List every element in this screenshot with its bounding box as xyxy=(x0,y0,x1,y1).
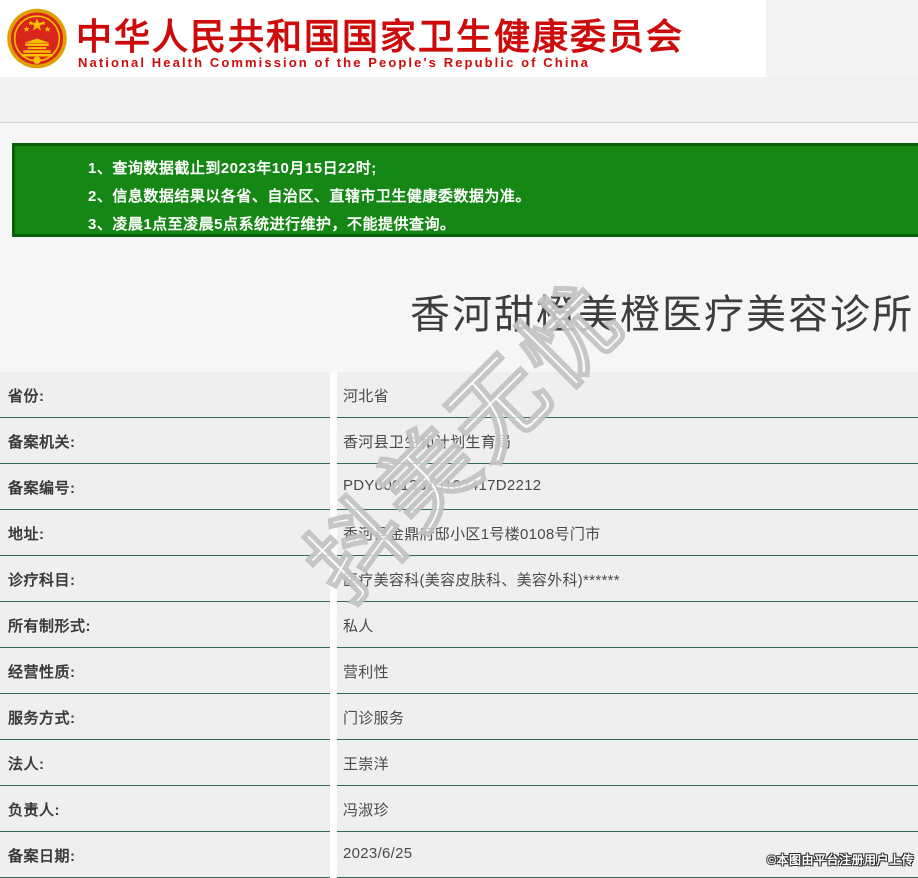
column-gap xyxy=(330,740,337,786)
row-label: 省份: xyxy=(0,372,330,418)
table-row: 经营性质: 营利性 xyxy=(0,648,918,694)
table-row: 备案机关: 香河县卫生和计划生育局 xyxy=(0,418,918,464)
row-value: 河北省 xyxy=(337,372,918,418)
column-gap xyxy=(330,510,337,556)
row-value: 王崇洋 xyxy=(337,740,918,786)
row-value: 营利性 xyxy=(337,648,918,694)
table-row: 所有制形式: 私人 xyxy=(0,602,918,648)
row-value: 冯淑珍 xyxy=(337,786,918,832)
row-label: 负责人: xyxy=(0,786,330,832)
row-label: 备案日期: xyxy=(0,832,330,878)
table-row: 法人: 王崇洋 xyxy=(0,740,918,786)
clinic-name-title: 香河甜橙美橙医疗美容诊所 xyxy=(410,293,914,337)
commission-title-cn: 中华人民共和国国家卫生健康委员会 xyxy=(76,16,685,57)
row-value: 私人 xyxy=(337,602,918,648)
detail-table: 省份: 河北省 备案机关: 香河县卫生和计划生育局 备案编号: PDY0001331310… xyxy=(0,372,918,878)
notice-box: 1、查询数据截止到2023年10月15日22时; 2、信息数据结果以各省、自治区… xyxy=(12,143,918,237)
column-gap xyxy=(330,694,337,740)
column-gap xyxy=(330,602,337,648)
row-label: 经营性质: xyxy=(0,648,330,694)
row-value: PDY00013313102417D2212 xyxy=(337,464,918,510)
column-gap xyxy=(330,556,337,602)
row-label: 备案编号: xyxy=(0,464,330,510)
notice-line-1: 1、查询数据截止到2023年10月15日22时; xyxy=(88,160,377,177)
table-row: 负责人: 冯淑珍 xyxy=(0,786,918,832)
row-label: 诊疗科目: xyxy=(0,556,330,602)
column-gap xyxy=(330,372,337,418)
site-header: 中华人民共和国国家卫生健康委员会 National Health Commiss… xyxy=(0,0,766,77)
notice-line-3: 3、凌晨1点至凌晨5点系统进行维护，不能提供查询。 xyxy=(88,216,456,233)
column-gap xyxy=(330,832,337,878)
table-row: 诊疗科目: 医疗美容科(美容皮肤科、美容外科)****** xyxy=(0,556,918,602)
column-gap xyxy=(330,786,337,832)
column-gap xyxy=(330,418,337,464)
row-value: 门诊服务 xyxy=(337,694,918,740)
column-gap xyxy=(330,648,337,694)
row-label: 所有制形式: xyxy=(0,602,330,648)
sub-band xyxy=(0,77,918,122)
row-label: 备案机关: xyxy=(0,418,330,464)
commission-title-en: National Health Commission of the People… xyxy=(78,55,590,70)
table-row: 省份: 河北省 xyxy=(0,372,918,418)
lower-band xyxy=(0,123,918,143)
national-emblem-icon xyxy=(7,8,67,69)
corner-watermark: ©本图由平台注册用户上传 xyxy=(767,853,914,867)
column-gap xyxy=(330,464,337,510)
row-value: 香河县卫生和计划生育局 xyxy=(337,418,918,464)
row-value: 医疗美容科(美容皮肤科、美容外科)****** xyxy=(337,556,918,602)
row-label: 服务方式: xyxy=(0,694,330,740)
table-row: 备案编号: PDY00013313102417D2212 xyxy=(0,464,918,510)
notice-line-2: 2、信息数据结果以各省、自治区、直辖市卫生健康委数据为准。 xyxy=(88,188,531,205)
row-label: 地址: xyxy=(0,510,330,556)
row-label: 法人: xyxy=(0,740,330,786)
table-row: 服务方式: 门诊服务 xyxy=(0,694,918,740)
row-value: 香河县金鼎府邸小区1号楼0108号门市 xyxy=(337,510,918,556)
table-row: 地址: 香河县金鼎府邸小区1号楼0108号门市 xyxy=(0,510,918,556)
